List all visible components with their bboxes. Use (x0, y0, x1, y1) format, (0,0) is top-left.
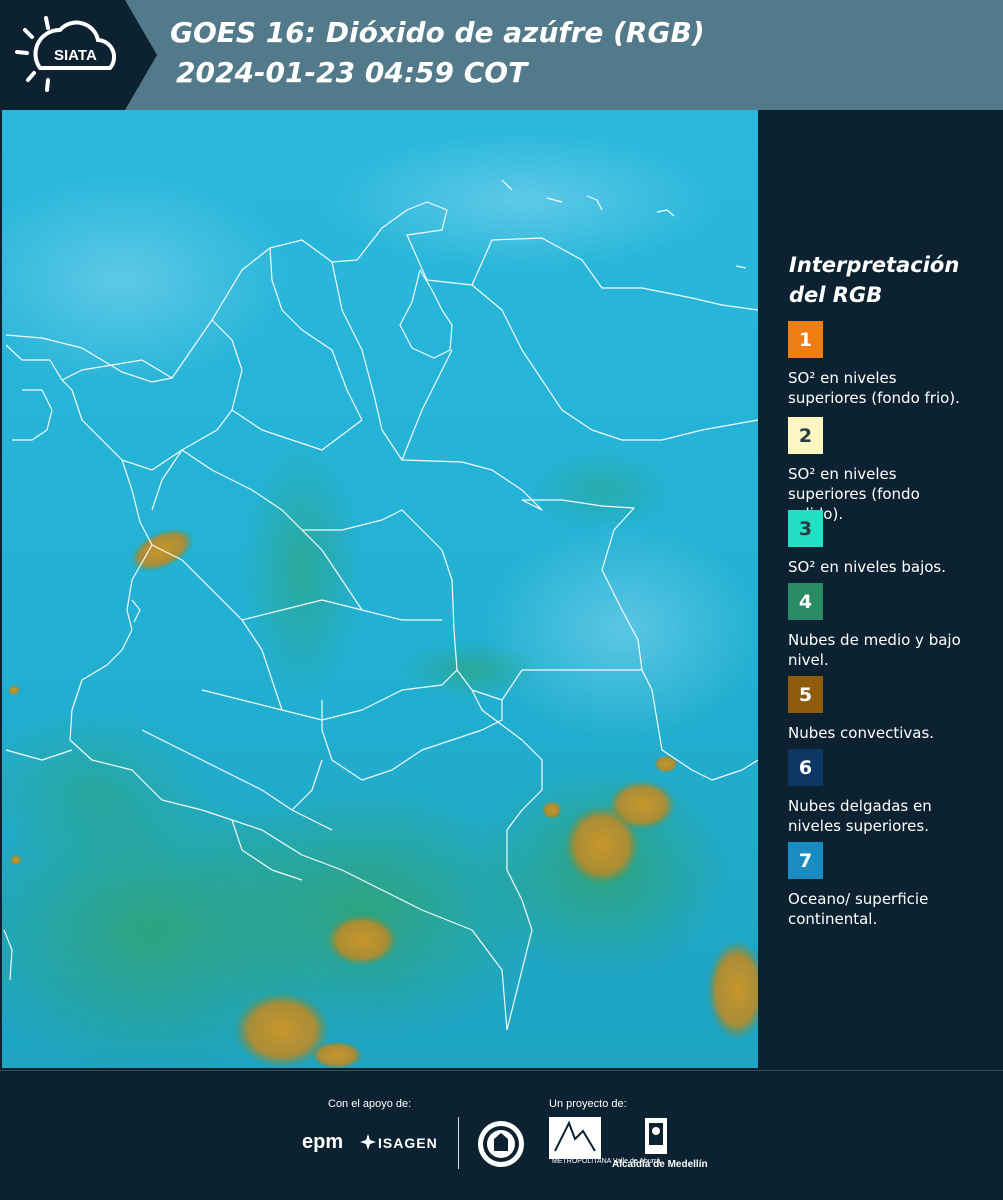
footer-bar: Con el apoyo de: Un proyecto de: epm ISA… (0, 1070, 1003, 1200)
legend-swatch-1: 1 (788, 321, 823, 358)
legend-item-4: 4 Nubes de medio y bajo nivel. (788, 583, 993, 670)
page-timestamp: 2024-01-23 04:59 COT (176, 56, 528, 89)
legend-swatch-2: 2 (788, 417, 823, 454)
legend-item-7: 7 Oceano/ superficie continental. (788, 842, 993, 929)
page-title: GOES 16: Dióxido de azúfre (RGB) (170, 16, 705, 49)
support-label: Con el apoyo de: (328, 1098, 412, 1110)
isagen-logo: ISAGEN (378, 1135, 438, 1151)
legend-item-2: 2 SO² en niveles superiores (fondo calid… (788, 417, 993, 524)
legend-text-6: Nubes delgadas en niveles superiores. (788, 797, 932, 835)
alcaldia-shield-icon (645, 1118, 667, 1154)
legend-item-5: 5 Nubes convectivas. (788, 676, 993, 743)
legend-item-3: 3 SO² en niveles bajos. (788, 510, 993, 577)
footer-divider (458, 1117, 459, 1169)
satellite-map (2, 110, 758, 1068)
area-metropolitana-logo (549, 1117, 601, 1159)
legend-swatch-5: 5 (788, 676, 823, 713)
alcaldia-label: Alcaldía de Medellín (612, 1159, 708, 1170)
legend-text-5: Nubes convectivas. (788, 724, 935, 742)
legend-text-1: SO² en niveles superiores (fondo frio). (788, 369, 960, 407)
rgb-legend-panel: Interpretación del RGB 1 SO² en niveles … (758, 110, 1003, 1070)
legend-item-6: 6 Nubes delgadas en niveles superiores. (788, 749, 993, 836)
university-seal-icon (478, 1121, 524, 1167)
legend-swatch-6: 6 (788, 749, 823, 786)
siata-logo-text: SIATA (54, 47, 97, 64)
isagen-icon (360, 1134, 376, 1150)
siata-logo: SIATA (0, 0, 160, 110)
legend-text-7: Oceano/ superficie continental. (788, 890, 929, 928)
legend-title: Interpretación del RGB (789, 253, 960, 307)
legend-text-3: SO² en niveles bajos. (788, 558, 947, 576)
legend-swatch-4: 4 (788, 583, 823, 620)
legend-text-4: Nubes de medio y bajo nivel. (788, 631, 961, 669)
legend-swatch-3: 3 (788, 510, 823, 547)
legend-item-1: 1 SO² en niveles superiores (fondo frio)… (788, 321, 993, 408)
header-bar: SIATA GOES 16: Dióxido de azúfre (RGB) 2… (0, 0, 1003, 110)
epm-logo: epm (302, 1131, 344, 1153)
legend-swatch-7: 7 (788, 842, 823, 879)
project-label: Un proyecto de: (549, 1098, 627, 1110)
